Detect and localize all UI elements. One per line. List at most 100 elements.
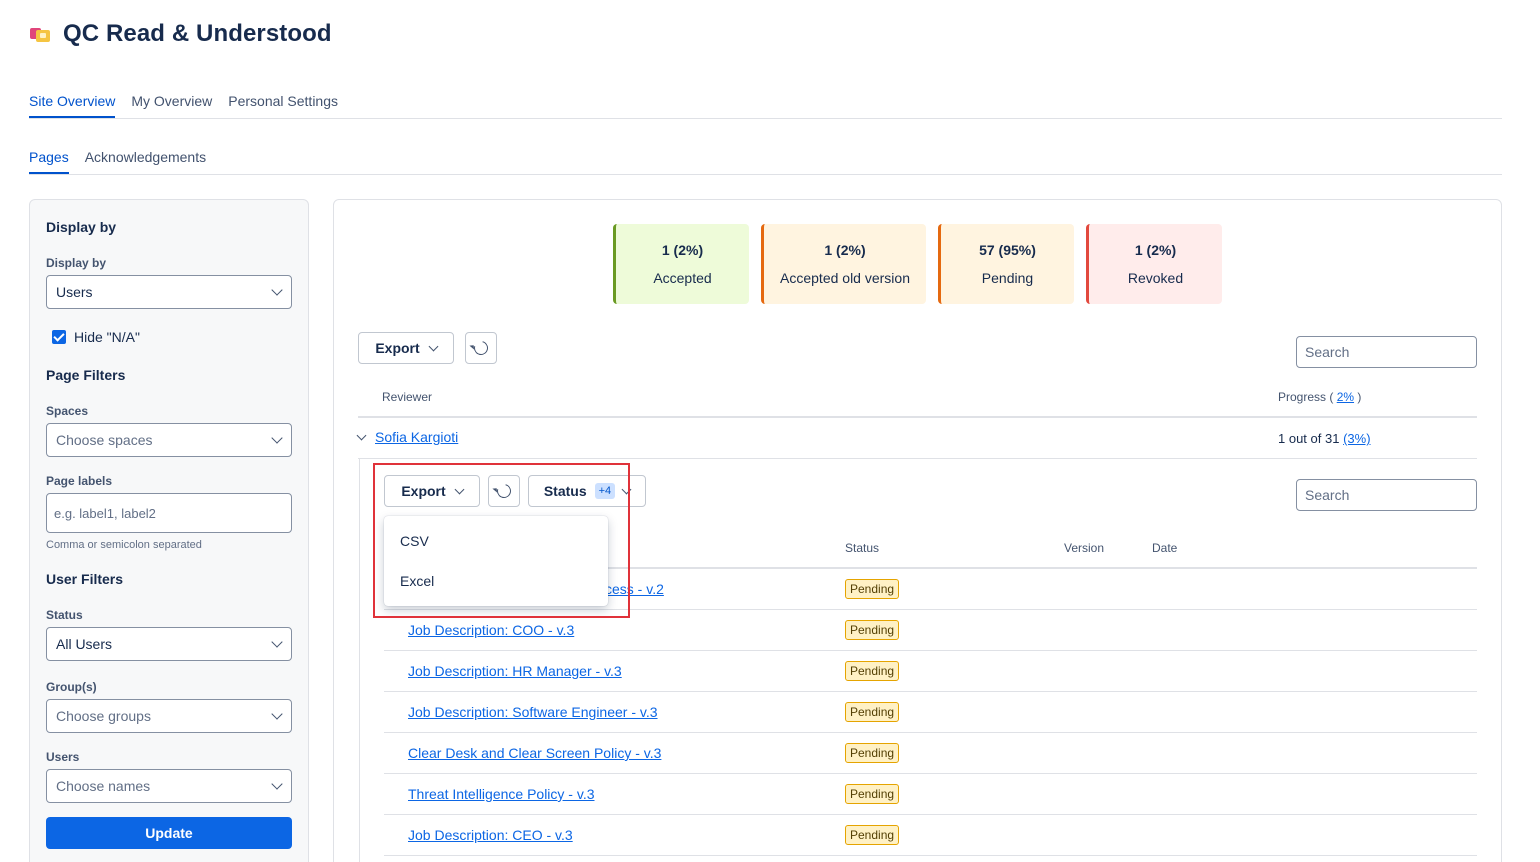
page-labels-input[interactable]: e.g. label1, label2 xyxy=(46,493,292,533)
page-labels-hint: Comma or semicolon separated xyxy=(46,539,202,551)
status-filter-button[interactable]: Status +4 xyxy=(528,475,646,507)
row-divider xyxy=(384,691,1477,692)
chevron-down-icon xyxy=(621,484,632,494)
refresh-icon xyxy=(471,338,491,358)
export-label: Export xyxy=(375,340,420,356)
nested-export-label: Export xyxy=(401,483,446,499)
hide-na-checkbox-row[interactable]: Hide "N/A" xyxy=(52,329,140,345)
row-divider xyxy=(384,732,1477,733)
status-badge: Pending xyxy=(845,825,900,845)
tab-acknowledgements[interactable]: Acknowledgements xyxy=(85,149,206,174)
reviewer-progress-text: 1 out of 31 xyxy=(1278,431,1340,446)
status-label: Status xyxy=(46,608,83,622)
export-excel-option[interactable]: Excel xyxy=(400,573,434,589)
hide-na-label: Hide "N/A" xyxy=(74,329,140,345)
page-filters-heading: Page Filters xyxy=(46,367,126,383)
spaces-label: Spaces xyxy=(46,404,89,418)
row-divider xyxy=(384,650,1477,651)
search-placeholder: Search xyxy=(1305,344,1350,360)
groups-placeholder: Choose groups xyxy=(56,708,151,724)
search-input[interactable]: Search xyxy=(1296,336,1477,368)
users-placeholder: Choose names xyxy=(56,778,151,794)
spaces-select[interactable]: Choose spaces xyxy=(46,423,292,457)
page-link[interactable]: cess - v.2 xyxy=(605,581,664,597)
reviewer-column-header: Reviewer xyxy=(382,390,433,404)
reviewer-name-link[interactable]: Sofia Kargioti xyxy=(375,429,458,445)
stat-pending-value: 57 (95%) xyxy=(979,242,1036,258)
stat-old-version-value: 1 (2%) xyxy=(824,242,866,258)
stat-revoked: 1 (2%) Revoked xyxy=(1086,224,1222,304)
tab-pages[interactable]: Pages xyxy=(29,149,69,174)
app-logo-icon xyxy=(29,24,53,44)
status-badge: Pending xyxy=(845,743,900,763)
chevron-down-icon xyxy=(428,341,439,351)
display-by-select[interactable]: Users xyxy=(46,275,292,309)
reviewer-progress-link[interactable]: (3%) xyxy=(1343,431,1370,446)
groups-label: Group(s) xyxy=(46,680,97,694)
nested-refresh-button[interactable] xyxy=(488,475,520,507)
expand-chevron-icon[interactable] xyxy=(356,430,367,440)
top-tabs: Site Overview My Overview Personal Setti… xyxy=(29,93,1502,119)
progress-header-close: ) xyxy=(1357,390,1362,404)
row-divider xyxy=(384,814,1477,815)
spaces-placeholder: Choose spaces xyxy=(56,432,153,448)
app-header: QC Read & Understood xyxy=(29,20,332,48)
groups-select[interactable]: Choose groups xyxy=(46,699,292,733)
status-value: All Users xyxy=(56,636,113,652)
nested-search-placeholder: Search xyxy=(1305,487,1350,503)
app-title: QC Read & Understood xyxy=(63,20,332,47)
chevron-down-icon xyxy=(271,284,283,296)
stat-accepted-old-version: 1 (2%) Accepted old version xyxy=(761,224,926,304)
users-label: Users xyxy=(46,750,80,764)
page-link[interactable]: Job Description: COO - v.3 xyxy=(408,622,574,638)
stat-pending: 57 (95%) Pending xyxy=(938,224,1074,304)
stat-old-version-label: Accepted old version xyxy=(780,270,910,286)
display-by-heading: Display by xyxy=(46,219,117,235)
display-by-value: Users xyxy=(56,284,93,300)
update-button[interactable]: Update xyxy=(46,817,292,849)
reviewer-progress: 1 out of 31 (3%) xyxy=(1278,431,1371,446)
status-select[interactable]: All Users xyxy=(46,627,292,661)
chevron-down-icon xyxy=(271,708,283,720)
export-button[interactable]: Export xyxy=(358,332,454,364)
stat-accepted-label: Accepted xyxy=(653,270,712,286)
page-link[interactable]: Job Description: CEO - v.3 xyxy=(408,827,573,843)
stat-pending-label: Pending xyxy=(981,270,1034,286)
user-filters-heading: User Filters xyxy=(46,571,124,587)
stat-revoked-value: 1 (2%) xyxy=(1134,242,1177,258)
page-labels-placeholder: e.g. label1, label2 xyxy=(54,505,156,521)
progress-percent-link[interactable]: 2% xyxy=(1337,390,1354,404)
tab-personal-settings[interactable]: Personal Settings xyxy=(228,93,338,118)
status-badge: Pending xyxy=(845,620,900,640)
version-column-header: Version xyxy=(1064,541,1105,555)
status-column-header: Status xyxy=(845,541,880,555)
refresh-button[interactable] xyxy=(465,332,497,364)
status-filter-label: Status xyxy=(543,483,587,499)
reviewer-row[interactable]: Sofia Kargioti xyxy=(356,429,458,445)
export-csv-option[interactable]: CSV xyxy=(400,533,429,549)
status-badge: Pending xyxy=(845,661,900,681)
chevron-down-icon xyxy=(271,432,283,444)
row-divider xyxy=(384,773,1477,774)
status-filter-badge: +4 xyxy=(594,483,616,499)
status-badge: Pending xyxy=(845,784,900,804)
users-select[interactable]: Choose names xyxy=(46,769,292,803)
page-link[interactable]: Threat Intelligence Policy - v.3 xyxy=(408,786,595,802)
stat-accepted-value: 1 (2%) xyxy=(661,242,704,258)
page-link[interactable]: Clear Desk and Clear Screen Policy - v.3 xyxy=(408,745,661,761)
date-column-header: Date xyxy=(1152,541,1178,555)
page-link[interactable]: Job Description: HR Manager - v.3 xyxy=(408,663,622,679)
nested-export-button[interactable]: Export xyxy=(384,475,480,507)
progress-column-header: Progress ( 2% ) xyxy=(1278,390,1361,404)
stat-accepted: 1 (2%) Accepted xyxy=(613,224,749,304)
page-link[interactable]: Job Description: Software Engineer - v.3 xyxy=(408,704,658,720)
hide-na-checkbox[interactable] xyxy=(52,330,66,344)
row-divider xyxy=(384,609,1477,610)
display-by-label: Display by xyxy=(46,256,107,270)
chevron-down-icon xyxy=(454,484,465,494)
tab-site-overview[interactable]: Site Overview xyxy=(29,93,116,118)
status-badge: Pending xyxy=(845,702,900,722)
tab-my-overview[interactable]: My Overview xyxy=(131,93,212,118)
refresh-icon xyxy=(494,481,514,501)
nested-search-input[interactable]: Search xyxy=(1296,479,1477,511)
